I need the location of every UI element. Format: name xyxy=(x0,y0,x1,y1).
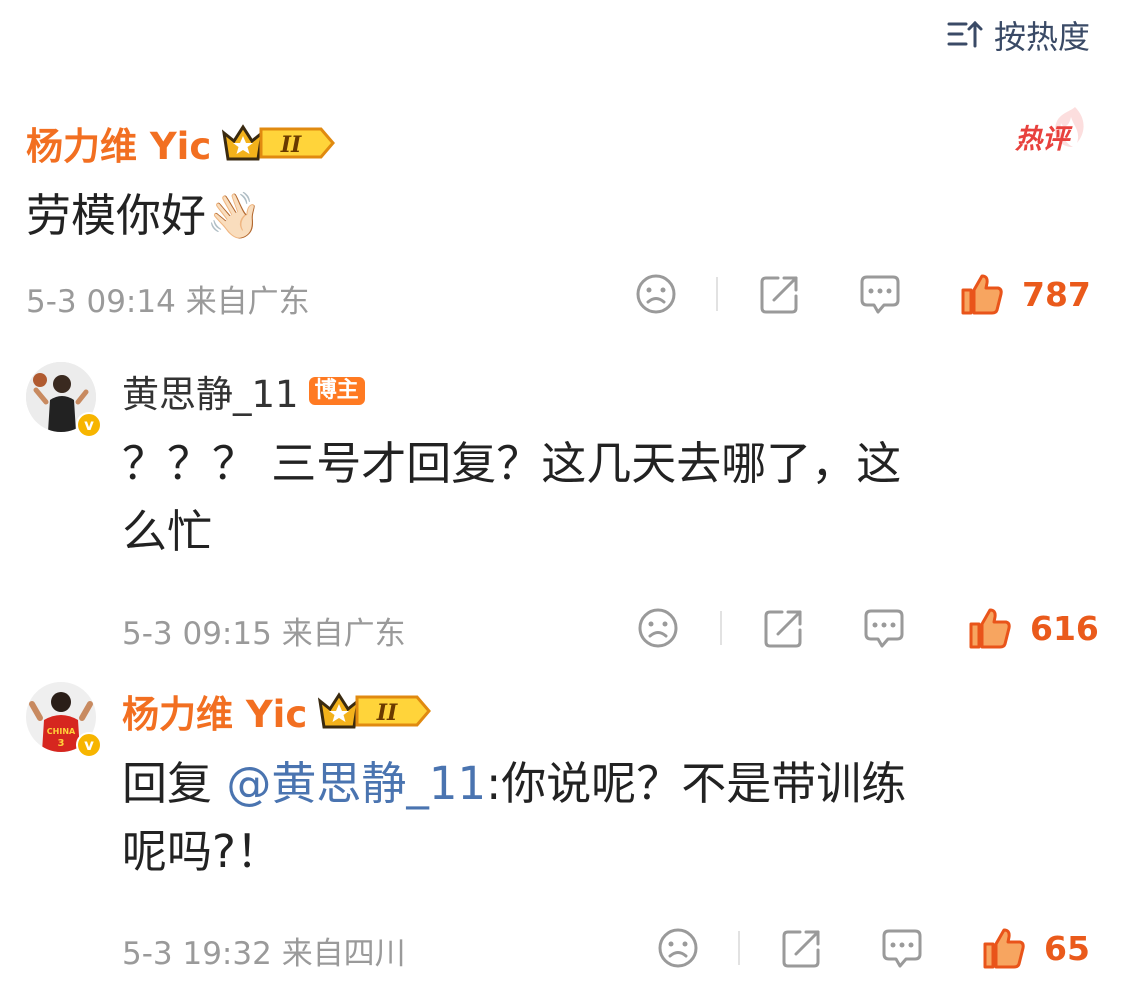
share-icon[interactable] xyxy=(758,272,802,316)
svg-text:II: II xyxy=(376,700,398,726)
share-icon[interactable] xyxy=(762,606,806,650)
thumbs-up-icon xyxy=(961,274,1003,315)
svg-text:3: 3 xyxy=(58,738,65,749)
svg-text:CHINA: CHINA xyxy=(47,727,76,736)
hot-comment-tag: 热评 xyxy=(1015,103,1090,159)
dislike-face-icon[interactable] xyxy=(636,606,680,650)
verified-badge-icon: v xyxy=(76,732,102,758)
comment-meta: 5-3 09:14 来自广东 xyxy=(26,276,310,321)
blogger-badge: 博主 xyxy=(308,377,365,405)
comment-location: 来自广东 xyxy=(281,616,406,652)
comment-text-line: 呢吗?！ xyxy=(122,825,281,878)
hot-tag-label: 热评 xyxy=(1015,124,1069,155)
comment-author[interactable]: 杨力维 Yic xyxy=(26,116,211,170)
like-button[interactable]: 616 xyxy=(968,606,1099,650)
comment-text-line: 么忙 xyxy=(122,505,213,558)
comment-location: 来自广东 xyxy=(185,284,310,320)
verified-badge-icon: v xyxy=(76,412,102,438)
comment-time: 5-3 09:14 xyxy=(26,284,176,320)
comment-text: 劳模你好👋🏻 xyxy=(26,189,263,242)
comment-text: 回复 @黄思静_11:你说呢？不是带训练 呢吗?！ xyxy=(122,750,1102,886)
action-divider xyxy=(738,931,740,965)
sort-by-hot-button[interactable]: 按热度 xyxy=(946,12,1090,58)
like-button[interactable]: 787 xyxy=(960,272,1091,316)
vip-crown-badge-icon[interactable]: II xyxy=(317,689,433,733)
comment-meta: 5-3 19:32 来自四川 xyxy=(122,928,406,973)
like-count: 65 xyxy=(1044,928,1090,968)
thumbs-up-icon xyxy=(983,928,1025,969)
mention-link[interactable]: @黄思静_11 xyxy=(226,757,486,810)
svg-text:II: II xyxy=(280,132,302,158)
comment-author[interactable]: 杨力维 Yic xyxy=(122,684,307,738)
comment-text-line: ？？？ 三号才回复？这几天去哪了，这 xyxy=(122,437,902,490)
dislike-face-icon[interactable] xyxy=(656,926,700,970)
comment-time: 5-3 09:15 xyxy=(122,616,272,652)
reply-prefix: 回复 xyxy=(122,757,227,810)
sort-icon xyxy=(947,20,983,48)
comment-author[interactable]: 黄思静_11 xyxy=(122,364,299,418)
comment-reply-icon[interactable] xyxy=(858,272,902,316)
comment-reply-icon[interactable] xyxy=(862,606,906,650)
sort-label: 按热度 xyxy=(993,18,1090,56)
like-button[interactable]: 65 xyxy=(982,926,1090,970)
thumbs-up-icon xyxy=(969,608,1011,649)
comment-location: 来自四川 xyxy=(281,936,406,972)
comment-reply-icon[interactable] xyxy=(880,926,924,970)
share-icon[interactable] xyxy=(780,926,824,970)
action-divider xyxy=(716,277,718,311)
comment-meta: 5-3 09:15 来自广东 xyxy=(122,608,406,653)
comment-time: 5-3 19:32 xyxy=(122,936,272,972)
comment-text: ？？？ 三号才回复？这几天去哪了，这 么忙 xyxy=(122,430,1082,566)
like-count: 616 xyxy=(1030,608,1099,648)
action-divider xyxy=(720,611,722,645)
comment-text-line: :你说呢？不是带训练 xyxy=(486,757,907,810)
like-count: 787 xyxy=(1022,274,1091,314)
vip-crown-badge-icon[interactable]: II xyxy=(221,121,337,165)
dislike-face-icon[interactable] xyxy=(634,272,678,316)
